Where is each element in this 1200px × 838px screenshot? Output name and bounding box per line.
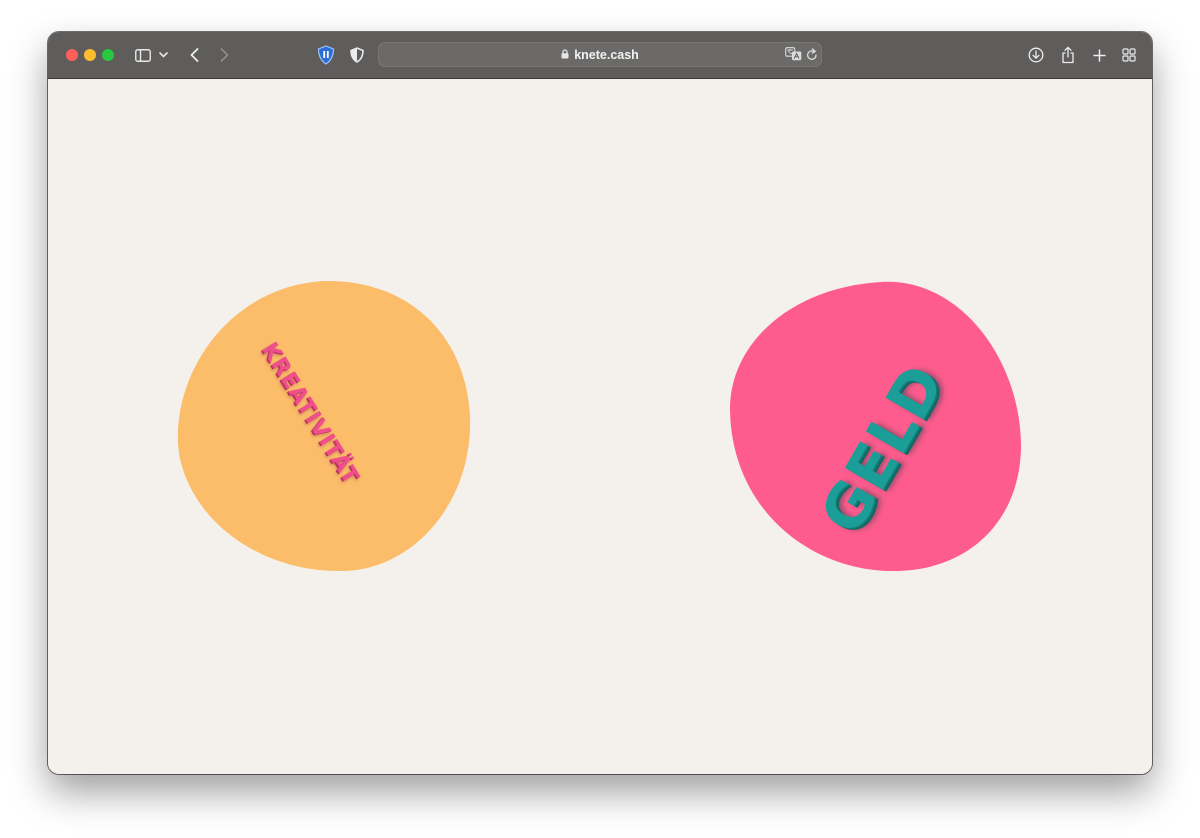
browser-window: knete.cash KREATIVITÄT GELD — [48, 32, 1152, 774]
browser-toolbar: knete.cash — [48, 32, 1152, 79]
tab-overview-icon[interactable] — [1119, 43, 1139, 67]
back-button[interactable] — [184, 43, 204, 67]
close-window-button[interactable] — [66, 49, 78, 61]
privacy-shield-icon[interactable] — [314, 43, 338, 67]
address-bar[interactable]: knete.cash — [378, 42, 822, 67]
reload-icon[interactable] — [806, 48, 818, 66]
translate-icon[interactable] — [785, 47, 802, 66]
content-blocker-icon[interactable] — [347, 43, 367, 67]
downloads-icon[interactable] — [1026, 43, 1046, 67]
chevron-down-icon[interactable] — [156, 43, 170, 67]
forward-button[interactable] — [214, 43, 234, 67]
minimize-window-button[interactable] — [84, 49, 96, 61]
page-content: KREATIVITÄT GELD — [48, 79, 1152, 774]
lock-icon — [561, 48, 569, 62]
zoom-window-button[interactable] — [102, 49, 114, 61]
new-tab-icon[interactable] — [1089, 43, 1109, 67]
share-icon[interactable] — [1058, 43, 1078, 67]
sidebar-toggle-icon[interactable] — [132, 43, 154, 67]
url-text: knete.cash — [574, 47, 639, 62]
